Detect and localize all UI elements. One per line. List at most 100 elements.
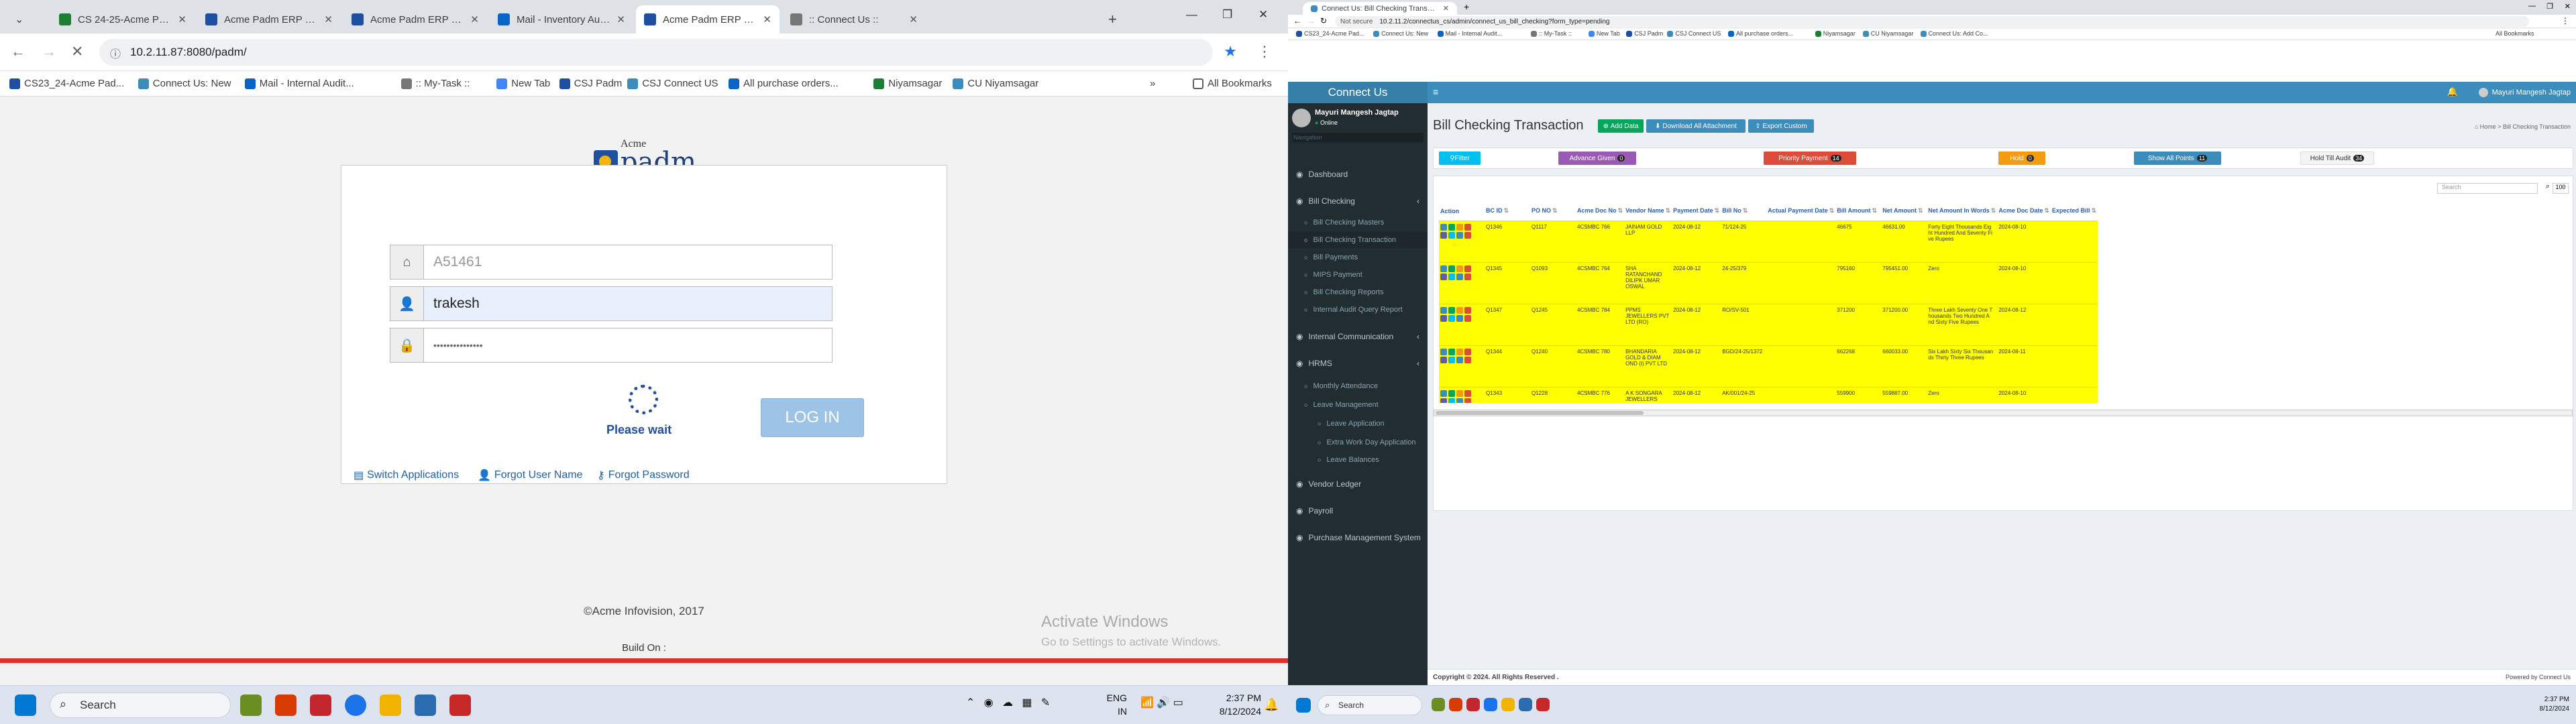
bookmarks-overflow-icon[interactable]: » <box>1150 78 1155 89</box>
site-info-icon[interactable]: ⓘ <box>110 45 121 61</box>
sidebar-item-15[interactable]: ◉ Vendor Ledger <box>1288 476 1428 492</box>
bookmark-6[interactable]: CSJ Connect US <box>627 78 718 89</box>
table-search-input[interactable]: Search <box>2437 183 2538 194</box>
close-tab-icon[interactable]: ✕ <box>909 13 918 25</box>
bookmark-2[interactable]: Mail - Internal Audit... <box>244 78 354 89</box>
cancel-icon[interactable] <box>1464 273 1471 280</box>
bookmark-7[interactable]: All purchase orders... <box>1728 30 1793 37</box>
add-data-button[interactable]: ⊕ Add Data <box>1598 119 1644 133</box>
filter-button-1[interactable]: Advance Given 0 <box>1558 152 1636 165</box>
taskbar-app-icon[interactable] <box>1449 698 1462 711</box>
edit-icon[interactable] <box>1448 348 1455 355</box>
view-icon[interactable] <box>1440 389 1447 397</box>
edit-icon[interactable] <box>1448 389 1455 397</box>
table-row[interactable]: Q1347 Q1245 4CSMBC 784 PPMS JEWELLERS PVT L… <box>1439 304 2098 346</box>
bookmark-0[interactable]: CS23_24-Acme Pad... <box>1296 30 1364 37</box>
delete-icon[interactable] <box>1464 223 1471 231</box>
taskbar-search[interactable]: ⌕ Search <box>50 692 231 718</box>
sidebar-item-11[interactable]: ○ Leave Management <box>1288 397 1428 413</box>
info-icon[interactable] <box>1448 398 1455 403</box>
column-header[interactable]: Net Amount In Words ⇅ <box>1927 202 1998 221</box>
horizontal-scrollbar[interactable] <box>1434 410 2573 416</box>
cancel-icon[interactable] <box>1464 231 1471 239</box>
delete-icon[interactable] <box>1464 265 1471 272</box>
forgot-username-link[interactable]: 👤 Forgot User Name <box>478 469 583 482</box>
switch-applications-link[interactable]: ▤ Switch Applications <box>354 469 459 482</box>
office-icon[interactable] <box>275 695 297 716</box>
info-icon[interactable] <box>1448 273 1455 280</box>
app-icon[interactable] <box>415 695 436 716</box>
view-icon[interactable] <box>1440 348 1447 355</box>
maximize-icon[interactable]: ❐ <box>1222 8 1232 21</box>
all-bookmarks-folder[interactable]: All Bookmarks <box>2496 30 2534 37</box>
column-header[interactable]: Acme Doc No ⇅ <box>1576 202 1625 221</box>
right-active-tab[interactable]: Connect Us: Bill Checking Transac... ✕ <box>1303 2 1457 15</box>
cancel-icon[interactable] <box>1464 356 1471 363</box>
search-icon[interactable]: ⌕ <box>2546 182 2550 191</box>
forward-icon[interactable]: → <box>1307 16 1315 25</box>
copy-icon[interactable] <box>1456 231 1463 239</box>
table-row[interactable]: Q1343 Q1228 4CSMBC 776 A K SONGARA JEWELLER… <box>1439 387 2098 403</box>
bookmark-7[interactable]: All purchase orders... <box>729 78 839 89</box>
sidebar-item-12[interactable]: ○ Leave Application <box>1288 416 1428 432</box>
column-header[interactable]: BC ID ⇅ <box>1485 202 1530 221</box>
login-button[interactable]: LOG IN <box>761 398 864 437</box>
info-icon[interactable] <box>1448 356 1455 363</box>
clock[interactable]: 2:37 PM 8/12/2024 <box>2509 695 2570 714</box>
minimize-icon[interactable]: — <box>2528 2 2536 10</box>
info-icon[interactable] <box>1448 231 1455 239</box>
sidebar-item-0[interactable]: ◉ Dashboard <box>1288 166 1428 182</box>
pdf-icon[interactable] <box>1456 389 1463 397</box>
scrollbar-thumb[interactable] <box>1436 411 1644 415</box>
cancel-icon[interactable] <box>1464 314 1471 322</box>
close-tab-icon[interactable]: ✕ <box>470 13 479 25</box>
column-header[interactable]: Action <box>1439 202 1485 221</box>
sidebar-item-14[interactable]: ○ Leave Balances <box>1288 452 1428 468</box>
copy-icon[interactable] <box>1456 273 1463 280</box>
view-icon[interactable] <box>1440 223 1447 231</box>
sidebar-item-7[interactable]: ○ Internal Audit Query Report <box>1288 302 1428 318</box>
bookmark-0[interactable]: CS23_24-Acme Pad... <box>9 78 124 89</box>
table-row[interactable]: Q1346 Q1117 4CSMBC 766 JAINAM GOLD LLP 2024-… <box>1439 221 2098 263</box>
taskbar-app-icon[interactable] <box>1432 698 1445 711</box>
sidebar-item-17[interactable]: ◉ Purchase Management System <box>1288 530 1428 546</box>
bookmark-9[interactable]: CU Niyamsagar <box>953 78 1038 89</box>
forward-icon[interactable]: → <box>42 43 56 60</box>
taskbar-app-icon[interactable] <box>1519 698 1532 711</box>
taskbar-app-icon[interactable] <box>1536 698 1550 711</box>
page-size-select[interactable]: 100 <box>2553 183 2569 194</box>
tab-0[interactable]: CS 24-25-Acme Padm ERP ✕ <box>51 5 195 34</box>
column-header[interactable]: Acme Doc Date ⇅ <box>1997 202 2051 221</box>
bookmark-4[interactable]: New Tab <box>1588 30 1620 37</box>
bookmark-1[interactable]: Connect Us: New <box>1373 30 1428 37</box>
sidebar-item-9[interactable]: ◉ HRMS ‹ <box>1288 355 1428 371</box>
taskbar-app-icon[interactable] <box>1484 698 1497 711</box>
taskbar-app-icon[interactable] <box>1466 698 1480 711</box>
close-tab-icon[interactable]: ✕ <box>763 13 771 25</box>
sidebar-item-8[interactable]: ◉ Internal Communication ‹ <box>1288 328 1428 345</box>
pdf-icon[interactable] <box>1456 348 1463 355</box>
close-tab-icon[interactable]: ✕ <box>616 13 625 25</box>
edit-icon[interactable] <box>1448 306 1455 314</box>
column-header[interactable]: Expected Bill ⇅ <box>2050 202 2098 221</box>
back-icon[interactable]: ← <box>11 43 25 60</box>
filter-button-5[interactable]: Hold Till Audit 34 <box>2300 152 2374 165</box>
delete-icon[interactable] <box>1464 306 1471 314</box>
attach-icon[interactable] <box>1440 356 1447 363</box>
bookmark-9[interactable]: CU Niyamsagar <box>1862 30 1913 37</box>
forgot-password-link[interactable]: ⚷ Forgot Password <box>597 469 690 482</box>
bookmark-6[interactable]: CSJ Connect US <box>1667 30 1721 37</box>
pdf-icon[interactable] <box>1456 306 1463 314</box>
notification-icon[interactable]: 🔔 <box>1264 698 1279 712</box>
bookmark-8[interactable]: Niyamsagar <box>1815 30 1856 37</box>
attach-icon[interactable] <box>1440 231 1447 239</box>
bookmark-star-icon[interactable]: ★ <box>1224 43 1237 60</box>
table-row[interactable]: Q1344 Q1240 4CSMBC 780 BHANDARIA GOLD & DIA… <box>1439 345 2098 387</box>
bookmark-3[interactable]: :: My-Task :: <box>1531 30 1572 37</box>
download-all-button[interactable]: ⬇ Download All Attachment <box>1646 119 1746 133</box>
bookmark-2[interactable]: Mail - Internal Audit... <box>1437 30 1502 37</box>
filter-button-4[interactable]: Show All Points 11 <box>2134 152 2221 165</box>
info-icon[interactable] <box>1448 314 1455 322</box>
attach-icon[interactable] <box>1440 398 1447 403</box>
column-header[interactable]: Bill Amount ⇅ <box>1835 202 1882 221</box>
